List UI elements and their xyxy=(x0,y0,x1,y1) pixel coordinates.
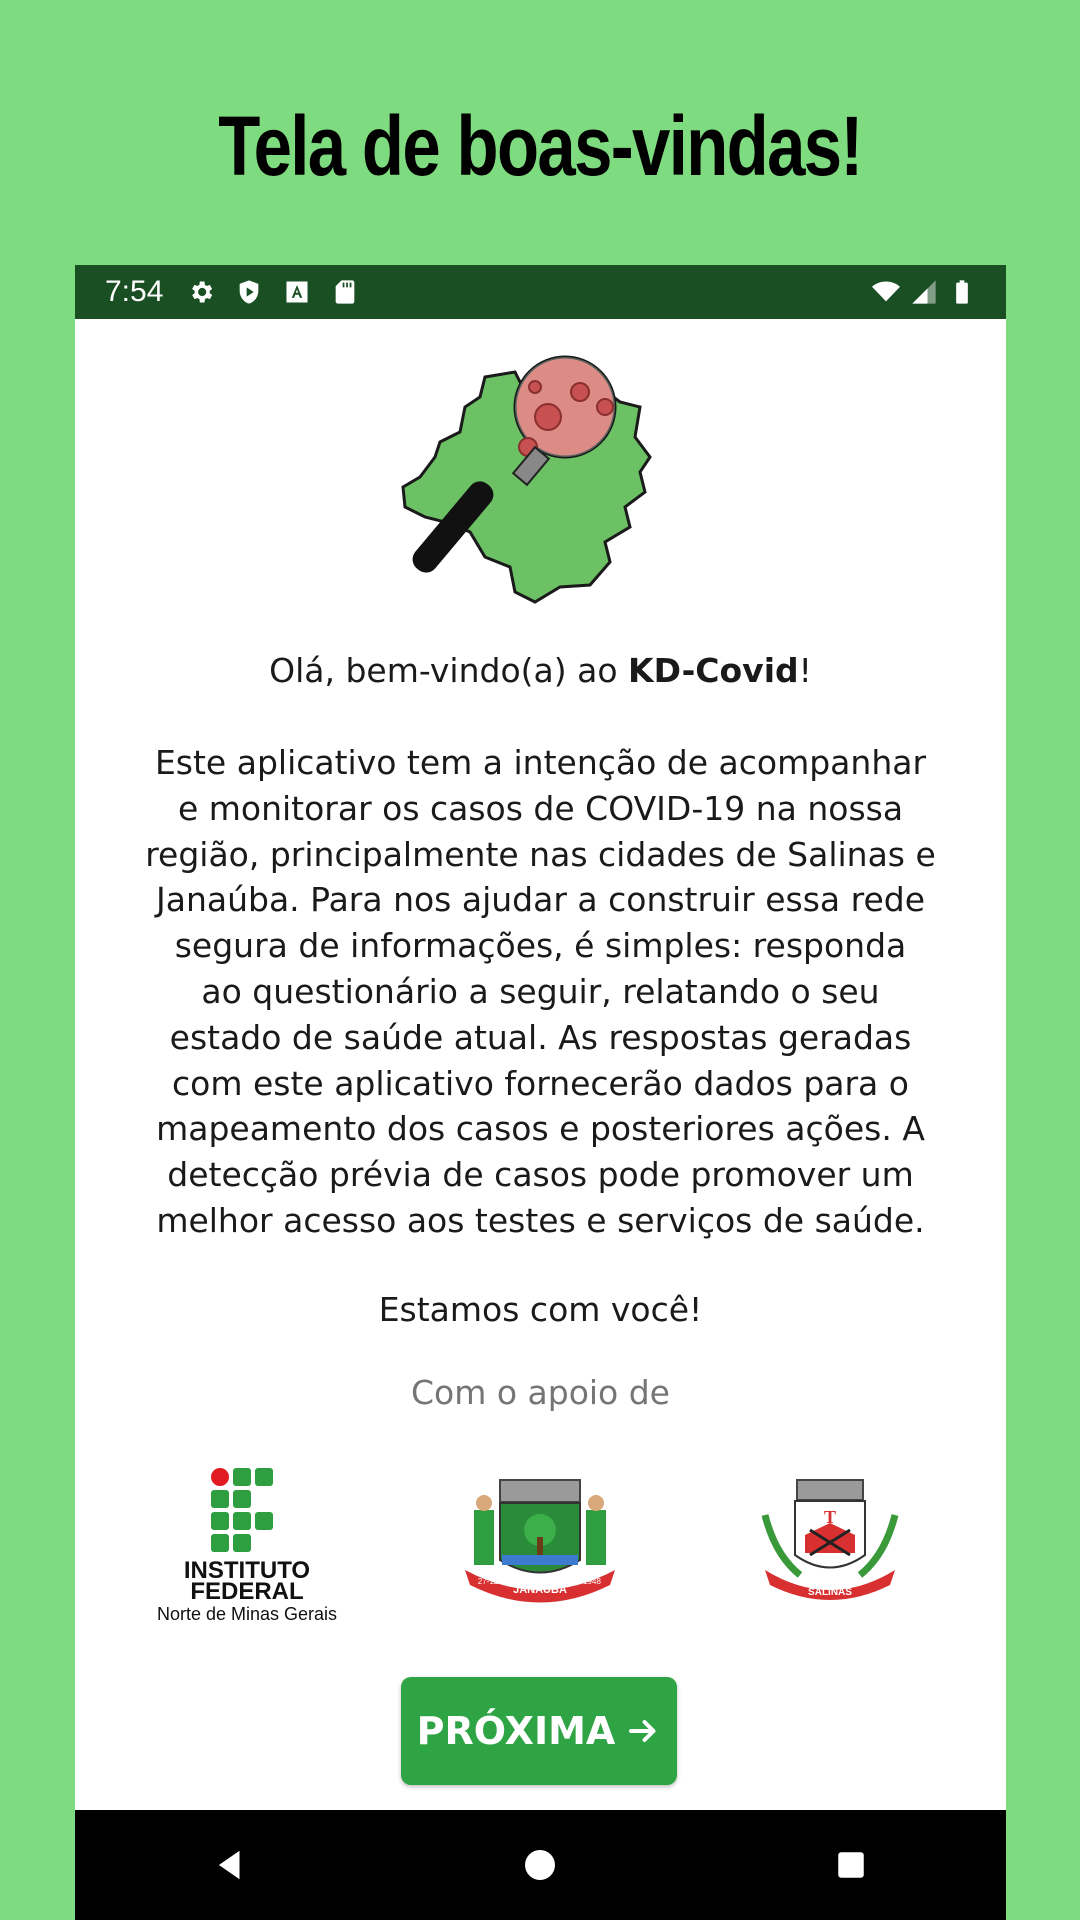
description-line: segura de informações, é simples: respon… xyxy=(174,926,907,966)
norte-minas-text: Norte de Minas Gerais xyxy=(157,1604,337,1624)
recents-button[interactable] xyxy=(821,1835,881,1895)
description-line: mapeamento dos casos e posteriores ações… xyxy=(156,1109,925,1149)
description-line: Este aplicativo tem a intenção de acompa… xyxy=(154,743,927,782)
shield-icon xyxy=(240,280,259,304)
gear-icon xyxy=(192,281,213,303)
next-button[interactable]: PRÓXIMA xyxy=(401,1677,677,1785)
arrow-right-icon xyxy=(629,1720,656,1742)
status-bar: 7:54 xyxy=(75,265,1006,319)
greeting: Olá, bem-vindo(a) ao KD-Covid! xyxy=(115,651,966,690)
home-button[interactable] xyxy=(510,1835,570,1895)
status-time: 7:54 xyxy=(105,275,164,308)
description-line: Janaúba. Para nos ajudar a construir ess… xyxy=(156,880,925,920)
back-icon xyxy=(219,1850,240,1880)
description-line: região, principalmente nas cidades de Sa… xyxy=(145,834,936,874)
description-line: com este aplicativo fornecerão dados par… xyxy=(172,1063,909,1103)
federal-text: FEDERAL xyxy=(190,1578,303,1605)
text-a-icon xyxy=(286,281,308,303)
signal-icon xyxy=(912,280,936,304)
description: Este aplicativo tem a intenção de acompa… xyxy=(115,740,966,1244)
recents-icon xyxy=(838,1852,864,1878)
janauba-banner: JANAÚBA xyxy=(513,1583,567,1596)
janauba-year: 1948 xyxy=(583,1577,601,1586)
app-name: KD-Covid xyxy=(628,651,799,690)
closing-message: Estamos com você! xyxy=(378,1290,703,1329)
support-label: Com o apoio de xyxy=(410,1373,670,1412)
salinas-banner: SALINAS xyxy=(808,1587,852,1598)
janauba-coat-of-arms: JANAÚBA 27-12 1948 xyxy=(465,1479,615,1603)
partner-logos: INSTITUTO FEDERAL Norte de Minas Gerais … xyxy=(75,1465,1006,1635)
description-line: ao questionário a seguir, relatando o se… xyxy=(201,971,880,1011)
salinas-coat-of-arms: T SALINAS xyxy=(761,1479,899,1600)
description-line: melhor acesso aos testes e serviços de s… xyxy=(156,1200,925,1240)
next-button-label: PRÓXIMA xyxy=(416,1709,616,1753)
instituto-federal-logo: INSTITUTO FEDERAL Norte de Minas Gerais xyxy=(157,1468,337,1624)
description-line: detecção prévia de casos pode promover u… xyxy=(167,1155,914,1195)
page-title: Tela de boas-vindas! xyxy=(218,99,863,193)
battery-icon xyxy=(956,280,968,304)
greeting-prefix: Olá, bem-vindo(a) ao xyxy=(269,651,629,690)
back-button[interactable] xyxy=(200,1835,260,1895)
greeting-suffix: ! xyxy=(798,651,812,690)
phone-screen: 7:54 Olá, bem-vindo(a) ao KD-Covid! Este… xyxy=(75,265,1006,1920)
janauba-date: 27-12 xyxy=(478,1577,499,1586)
home-icon xyxy=(525,1850,556,1880)
kd-covid-logo xyxy=(401,355,652,604)
sd-card-icon xyxy=(336,280,355,304)
description-line: e monitorar os casos de COVID-19 na noss… xyxy=(177,788,904,828)
navigation-bar xyxy=(75,1810,1006,1920)
wifi-icon xyxy=(872,281,900,302)
description-line: estado de saúde atual. As respostas gera… xyxy=(169,1017,912,1057)
